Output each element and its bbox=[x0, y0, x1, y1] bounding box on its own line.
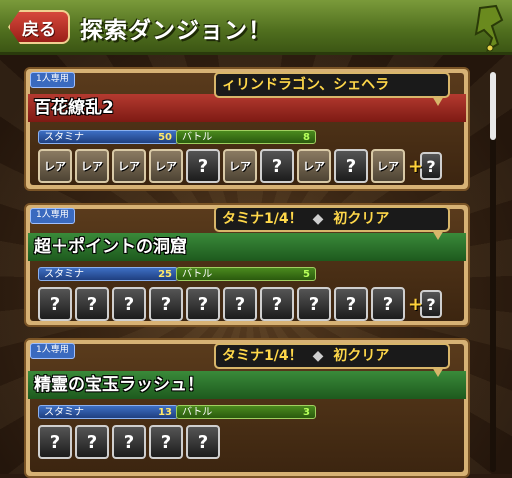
unknown-drop-icon[interactable]: ? bbox=[297, 287, 331, 321]
event-callout: タミナ1/4！ ◆ 初クリア bbox=[214, 206, 450, 232]
unknown-drop-icon[interactable]: ? bbox=[371, 287, 405, 321]
rare-drop-icon[interactable]: レア bbox=[38, 149, 72, 183]
diamond-icon: ◆ bbox=[312, 211, 324, 227]
battle-value: 3 bbox=[303, 407, 310, 418]
unknown-drop-icon[interactable]: ? bbox=[186, 287, 220, 321]
dragon-icon bbox=[474, 4, 504, 52]
stamina-event-text: タミナ1/4！ bbox=[222, 211, 303, 227]
rare-drop-icon[interactable]: レア bbox=[371, 149, 405, 183]
callout-tail bbox=[432, 96, 444, 106]
rare-drop-icon[interactable]: レア bbox=[149, 149, 183, 183]
stamina-label: スタミナ bbox=[44, 269, 84, 280]
stamina-stat: スタミナ 13 bbox=[38, 405, 178, 419]
event-callout: ィリンドラゴン、シェヘラ bbox=[214, 72, 450, 98]
first-clear-text: 初クリア bbox=[333, 211, 390, 227]
back-button[interactable]: 戻る bbox=[8, 10, 70, 44]
dungeon-name: 超＋ポイントの洞窟 bbox=[28, 233, 466, 261]
rare-drop-icon[interactable]: レア bbox=[112, 149, 146, 183]
solo-tag: 1人専用 bbox=[30, 208, 75, 224]
rare-drop-icon[interactable]: レア bbox=[297, 149, 331, 183]
solo-tag: 1人専用 bbox=[30, 72, 75, 88]
stamina-label: スタミナ bbox=[44, 132, 84, 143]
first-clear-text: 初クリア bbox=[333, 348, 390, 364]
top-bar: 戻る 探索ダンジョン！ bbox=[0, 0, 512, 55]
unknown-drop-icon[interactable]: ? bbox=[75, 425, 109, 459]
more-drops-icon[interactable]: + ? bbox=[408, 287, 442, 321]
drop-list: レア レア レア レア ? レア ? レア ? レア + ? bbox=[38, 149, 442, 183]
unknown-drop-icon[interactable]: ? bbox=[149, 425, 183, 459]
callout-tail bbox=[432, 367, 444, 377]
unknown-drop-icon[interactable]: ? bbox=[112, 287, 146, 321]
battle-value: 8 bbox=[303, 132, 310, 143]
unknown-drop-icon[interactable]: ? bbox=[334, 149, 368, 183]
event-callout: タミナ1/4！ ◆ 初クリア bbox=[214, 343, 450, 369]
battle-stat: バトル 5 bbox=[176, 267, 316, 281]
unknown-drop-icon[interactable]: ? bbox=[334, 287, 368, 321]
unknown-drop-icon: ? bbox=[420, 290, 442, 318]
unknown-drop-icon[interactable]: ? bbox=[260, 287, 294, 321]
unknown-drop-icon[interactable]: ? bbox=[149, 287, 183, 321]
dungeon-name: 精霊の宝玉ラッシュ！ bbox=[28, 371, 466, 399]
stamina-value: 50 bbox=[158, 132, 172, 143]
scrollbar-thumb[interactable] bbox=[490, 72, 496, 140]
rare-drop-icon[interactable]: レア bbox=[223, 149, 257, 183]
unknown-drop-icon[interactable]: ? bbox=[38, 287, 72, 321]
drop-list: ? ? ? ? ? bbox=[38, 425, 220, 459]
battle-stat: バトル 3 bbox=[176, 405, 316, 419]
stamina-value: 13 bbox=[158, 407, 172, 418]
stamina-event-text: タミナ1/4！ bbox=[222, 348, 303, 364]
unknown-drop-icon[interactable]: ? bbox=[186, 149, 220, 183]
stamina-stat: スタミナ 25 bbox=[38, 267, 178, 281]
battle-value: 5 bbox=[303, 269, 310, 280]
more-drops-icon[interactable]: + ? bbox=[408, 149, 442, 183]
plus-icon: + bbox=[408, 155, 424, 177]
diamond-icon: ◆ bbox=[312, 348, 324, 364]
battle-label: バトル bbox=[182, 132, 213, 143]
unknown-drop-icon[interactable]: ? bbox=[75, 287, 109, 321]
unknown-drop-icon: ? bbox=[420, 152, 442, 180]
battle-label: バトル bbox=[182, 407, 213, 418]
unknown-drop-icon[interactable]: ? bbox=[260, 149, 294, 183]
callout-tail bbox=[432, 230, 444, 240]
unknown-drop-icon[interactable]: ? bbox=[38, 425, 72, 459]
drop-list: ? ? ? ? ? ? ? ? ? ? + ? bbox=[38, 287, 442, 321]
plus-icon: + bbox=[408, 293, 424, 315]
rare-drop-icon[interactable]: レア bbox=[75, 149, 109, 183]
stamina-label: スタミナ bbox=[44, 407, 84, 418]
solo-tag: 1人専用 bbox=[30, 343, 75, 359]
stamina-stat: スタミナ 50 bbox=[38, 130, 178, 144]
page-title: 探索ダンジョン！ bbox=[80, 18, 272, 44]
battle-stat: バトル 8 bbox=[176, 130, 316, 144]
stamina-value: 25 bbox=[158, 269, 172, 280]
battle-label: バトル bbox=[182, 269, 213, 280]
unknown-drop-icon[interactable]: ? bbox=[186, 425, 220, 459]
unknown-drop-icon[interactable]: ? bbox=[223, 287, 257, 321]
unknown-drop-icon[interactable]: ? bbox=[112, 425, 146, 459]
dungeon-name: 百花繚乱2 bbox=[28, 94, 466, 122]
